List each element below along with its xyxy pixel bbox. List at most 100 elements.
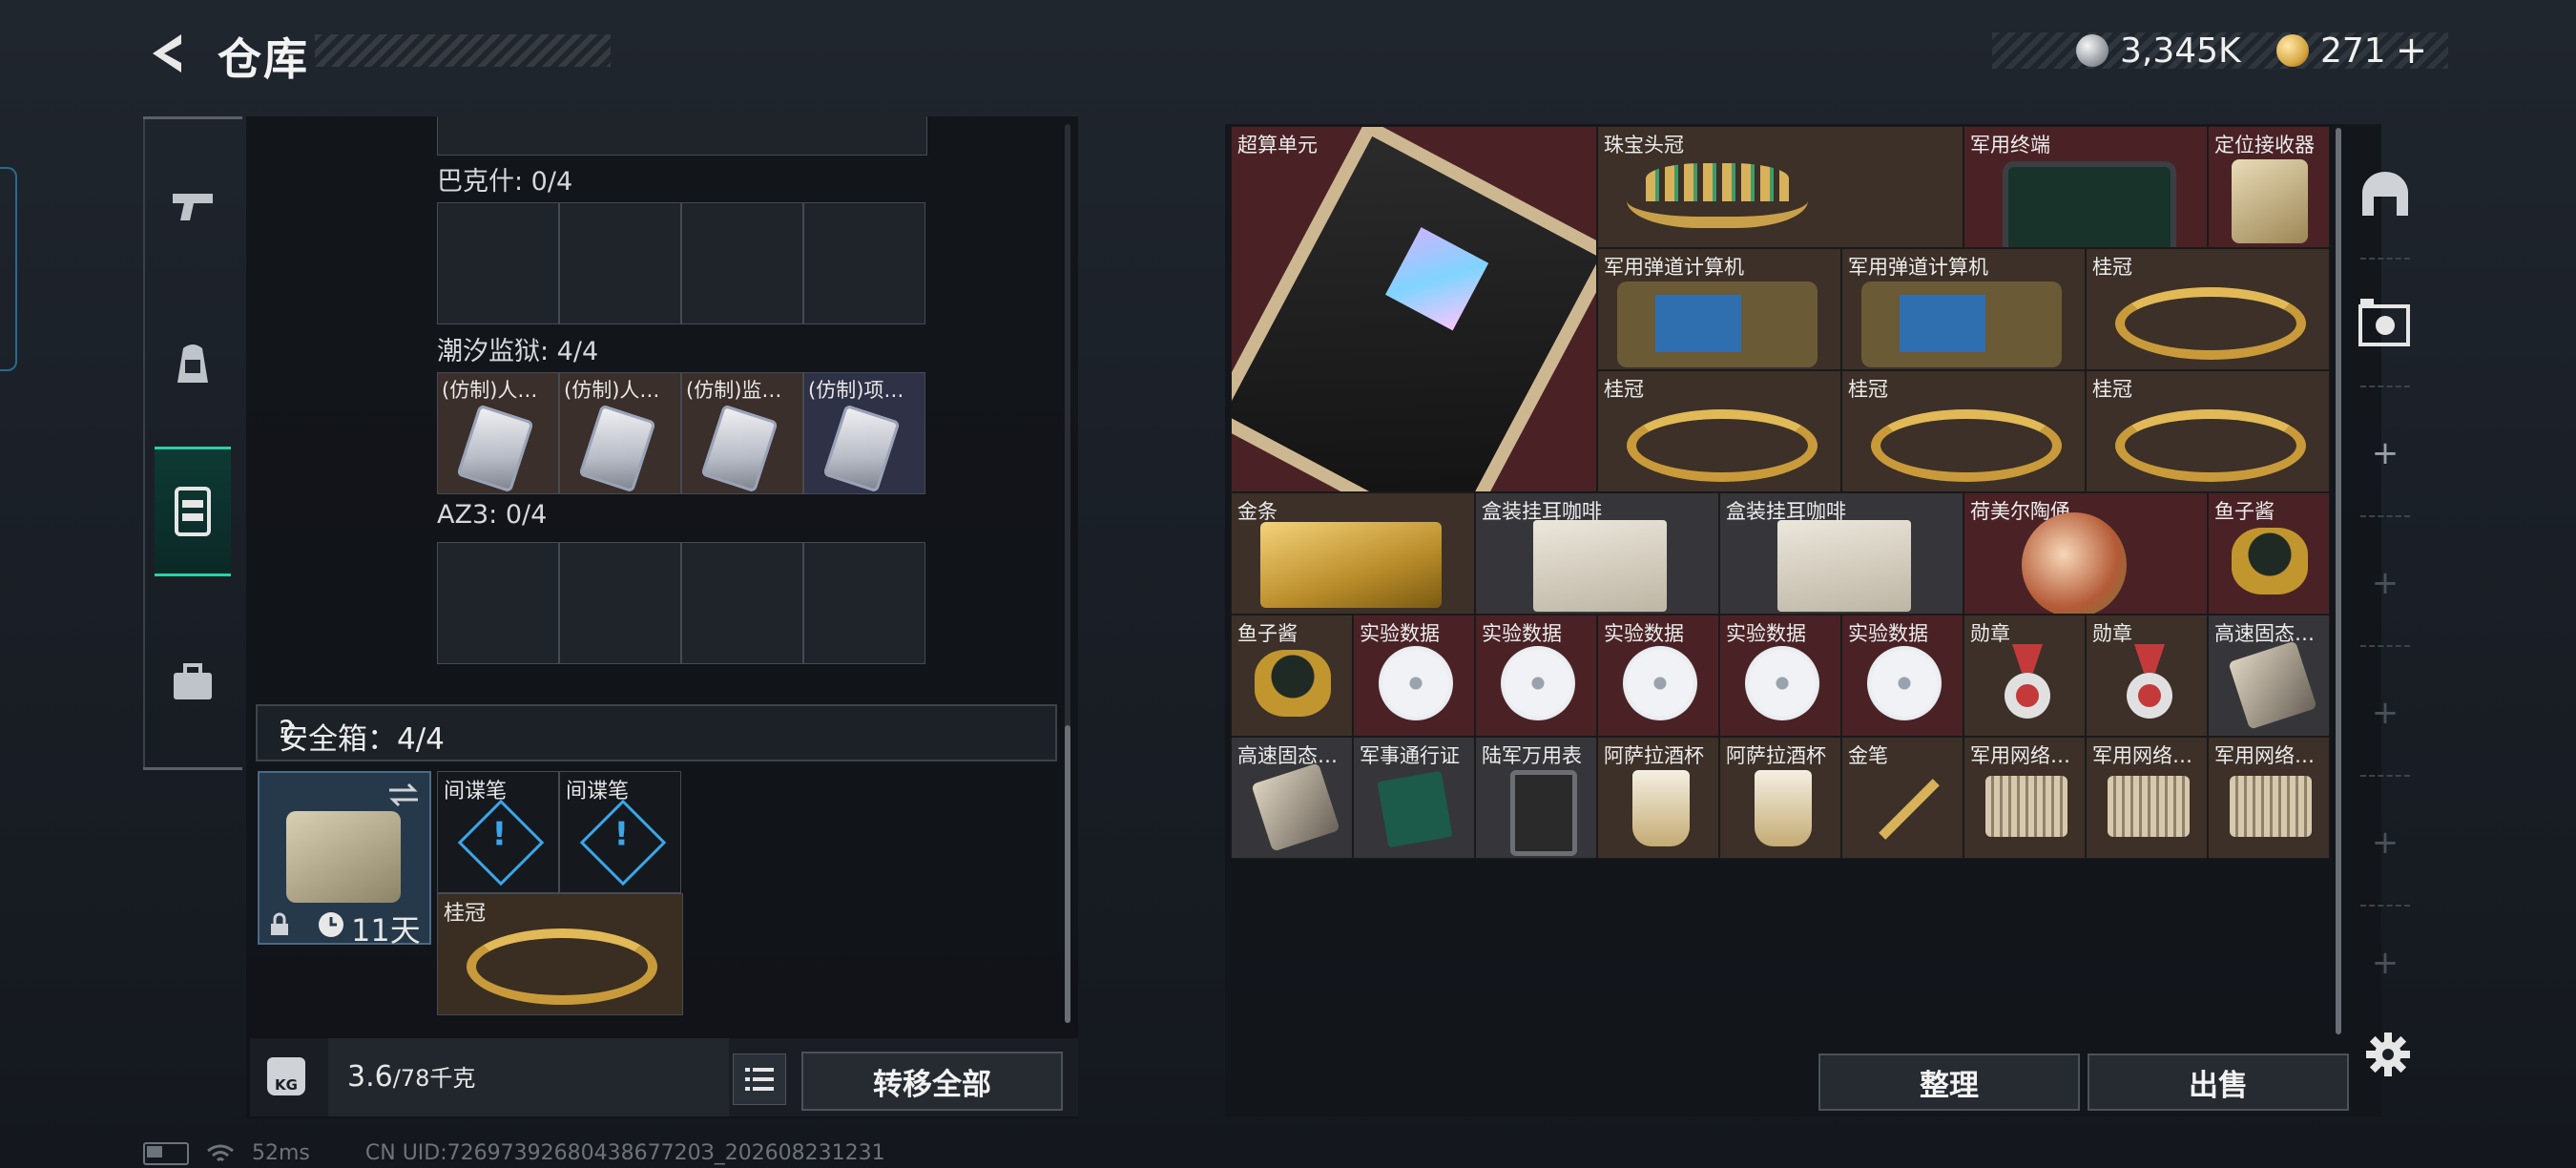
- tab-briefcase[interactable]: [143, 620, 242, 744]
- stash-item[interactable]: 阿萨拉酒杯: [1597, 737, 1719, 859]
- empty-slot[interactable]: [559, 542, 681, 664]
- data-disc-icon: [1501, 646, 1575, 720]
- empty-slot[interactable]: [681, 542, 803, 664]
- stash-item[interactable]: 荷美尔陶俑: [1963, 492, 2208, 615]
- back-arrow-icon[interactable]: [143, 29, 189, 78]
- empty-slot[interactable]: [681, 202, 803, 324]
- stash-item[interactable]: 桂冠: [2086, 370, 2330, 492]
- stash-item[interactable]: 珠宝头冠: [1597, 126, 1963, 248]
- swap-icon[interactable]: [387, 782, 420, 807]
- caviar-tin-icon: [1255, 650, 1331, 717]
- item-slot[interactable]: (仿制)监…: [681, 372, 803, 494]
- weight-max: /78千克: [392, 1065, 476, 1092]
- tab-storage-main[interactable]: [2347, 132, 2423, 258]
- stash-item[interactable]: 军用网络…: [2208, 737, 2330, 859]
- rail-divider: [2360, 775, 2410, 777]
- item-name: (仿制)人…: [442, 379, 538, 402]
- right-scrollbar[interactable]: [2336, 128, 2341, 1034]
- network-module-icon: [1985, 776, 2067, 837]
- stash-item[interactable]: 陆军万用表: [1475, 737, 1597, 859]
- empty-slot[interactable]: [559, 202, 681, 324]
- help-icon[interactable]: ?: [279, 715, 294, 749]
- stash-item[interactable]: 军用弹道计算机: [1841, 248, 2086, 370]
- rail-divider: [2360, 386, 2410, 387]
- item-name: 军用弹道计算机: [1604, 256, 1744, 279]
- item-slot[interactable]: 间谍笔 !: [559, 771, 681, 893]
- stash-item[interactable]: 盒装挂耳咖啡: [1475, 492, 1719, 615]
- stash-item[interactable]: 高速固态…: [1231, 737, 1353, 859]
- item-slot[interactable]: (仿制)人…: [437, 372, 559, 494]
- transfer-all-button[interactable]: 转移全部: [801, 1052, 1063, 1111]
- stash-item[interactable]: 军事通行证: [1353, 737, 1475, 859]
- coffee-box-icon: [1533, 520, 1667, 612]
- supercomputer-unit-icon: [1232, 127, 1596, 491]
- stash-item[interactable]: 勋章: [2086, 615, 2208, 737]
- stash-item[interactable]: 实验数据: [1353, 615, 1475, 737]
- item-slot[interactable]: 间谍笔 !: [437, 771, 559, 893]
- stash-item[interactable]: 实验数据: [1841, 615, 1963, 737]
- empty-slot[interactable]: [437, 202, 559, 324]
- jeweled-tiara-icon: [1627, 159, 1808, 228]
- gold-currency[interactable]: 271 +: [2276, 27, 2427, 74]
- stash-item[interactable]: 金条: [1231, 492, 1475, 615]
- stash-item[interactable]: 军用终端: [1963, 126, 2208, 248]
- stash-item[interactable]: 桂冠: [2086, 248, 2330, 370]
- add-storage-tab-button[interactable]: +: [2347, 389, 2423, 515]
- tab-weapons[interactable]: [143, 143, 242, 267]
- item-name: (仿制)监…: [686, 379, 782, 402]
- stash-item[interactable]: 军用网络…: [2086, 737, 2208, 859]
- item-name: 桂冠: [2092, 378, 2132, 401]
- page-title: 仓库: [218, 33, 309, 85]
- stash-item[interactable]: 军用弹道计算机: [1597, 248, 1841, 370]
- safe-box-label: 安全箱：4/4: [279, 722, 445, 757]
- stash-item[interactable]: 盒装挂耳咖啡: [1719, 492, 1963, 615]
- item-name: 军用网络…: [2092, 744, 2192, 767]
- stash-item[interactable]: 鱼子酱: [2208, 492, 2330, 615]
- gold-pen-icon: [1879, 779, 1940, 840]
- locked-storage-tab: +: [2347, 908, 2423, 1015]
- rail-divider: [2360, 515, 2410, 517]
- tab-backpack[interactable]: [143, 302, 242, 426]
- medal-icon: [2127, 644, 2172, 719]
- tab-vest[interactable]: [155, 447, 231, 576]
- stash-item[interactable]: 定位接收器: [2208, 126, 2330, 248]
- sell-button[interactable]: 出售: [2088, 1053, 2349, 1111]
- stash-item[interactable]: 鱼子酱: [1231, 615, 1353, 737]
- sort-button[interactable]: 整理: [1818, 1053, 2080, 1111]
- stash-item[interactable]: 实验数据: [1475, 615, 1597, 737]
- keycard-icon: [822, 404, 901, 493]
- storage-arch-icon: [2362, 172, 2408, 216]
- stash-item[interactable]: 高速固态…: [2208, 615, 2330, 737]
- item-slot[interactable]: 桂冠: [437, 893, 683, 1015]
- item-name: 定位接收器: [2214, 134, 2315, 156]
- add-currency-button[interactable]: +: [2396, 29, 2428, 73]
- left-scrollbar[interactable]: [1065, 725, 1070, 1023]
- empty-slot[interactable]: [803, 202, 925, 324]
- list-view-button[interactable]: [733, 1053, 786, 1105]
- laurel-crown-icon: [2115, 287, 2306, 360]
- safe-box-case[interactable]: 11天: [258, 771, 431, 949]
- stash-item[interactable]: 金笔: [1841, 737, 1963, 859]
- caviar-tin-icon: [2232, 528, 2308, 594]
- stash-item[interactable]: 桂冠: [1597, 370, 1841, 492]
- item-slot[interactable]: (仿制)人…: [559, 372, 681, 494]
- stash-item[interactable]: 桂冠: [1841, 370, 2086, 492]
- item-slot[interactable]: (仿制)项…: [803, 372, 925, 494]
- stash-item[interactable]: 军用网络…: [1963, 737, 2086, 859]
- stash-item[interactable]: 阿萨拉酒杯: [1719, 737, 1841, 859]
- item-name: 勋章: [2092, 622, 2132, 645]
- stash-item[interactable]: 实验数据: [1719, 615, 1841, 737]
- empty-slot[interactable]: [437, 542, 559, 664]
- stash-item[interactable]: 实验数据: [1597, 615, 1719, 737]
- tab-storage-4[interactable]: [2347, 260, 2423, 386]
- safe-box-header: 安全箱：4/4 ?: [256, 704, 1057, 761]
- empty-slot[interactable]: [803, 542, 925, 664]
- item-name: 间谍笔: [566, 780, 630, 803]
- locator-receiver-icon: [2232, 159, 2308, 243]
- plus-icon: +: [2371, 434, 2399, 472]
- stash-item[interactable]: 勋章: [1963, 615, 2086, 737]
- item-name: 实验数据: [1604, 622, 1684, 645]
- stash-item[interactable]: 超算单元: [1231, 126, 1597, 492]
- settings-gear-icon[interactable]: [2364, 1031, 2412, 1078]
- side-drawer-handle[interactable]: [0, 167, 17, 371]
